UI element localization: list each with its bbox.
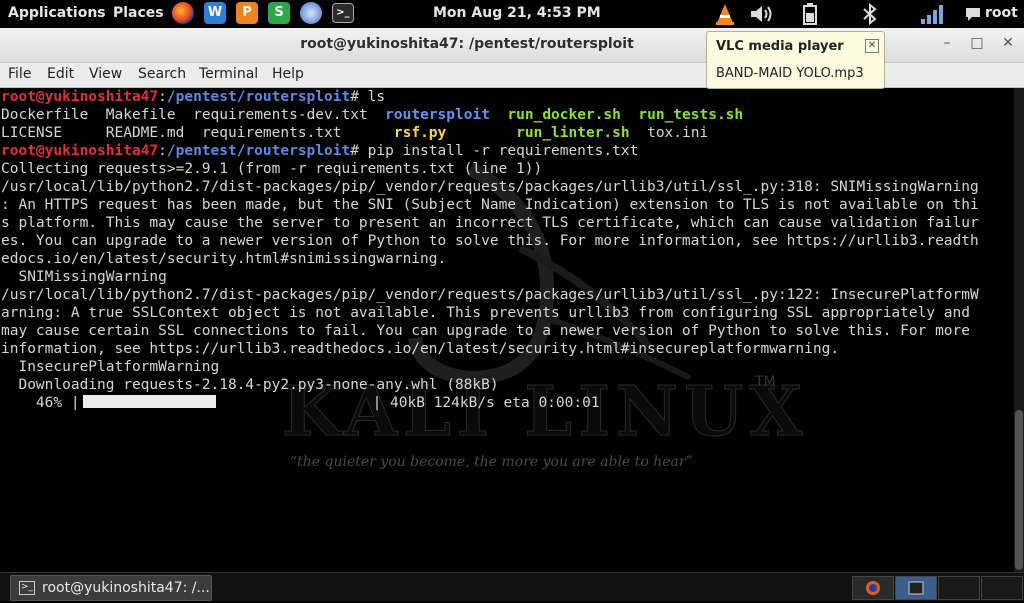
notification-close-icon[interactable]: ✕ bbox=[865, 39, 879, 53]
ls-item: requirements-dev.txt bbox=[193, 107, 368, 123]
menu-terminal[interactable]: Terminal bbox=[199, 66, 258, 82]
ls-dir-item: routersploit bbox=[385, 107, 490, 123]
output-downloading: Downloading requests-2.18.4-py2.py3-none… bbox=[1, 377, 499, 393]
scrollbar-thumb[interactable] bbox=[1015, 410, 1023, 570]
wifi-signal-icon[interactable] bbox=[920, 3, 944, 25]
ls-exec-item: run_linter.sh bbox=[516, 125, 630, 141]
menu-help[interactable]: Help bbox=[272, 66, 304, 82]
progress-percent: 46% | bbox=[1, 395, 80, 411]
prompt-path: /pentest/routersploit bbox=[166, 89, 351, 105]
prompt-user: root@yukinoshita47 bbox=[1, 89, 159, 105]
output-insecure-warning: /usr/local/lib/python2.7/dist-packages/p… bbox=[1, 287, 979, 375]
ls-item: Makefile bbox=[105, 107, 176, 123]
terminal-launcher-icon[interactable]: >_ bbox=[332, 3, 354, 23]
taskbar-task-label: root@yukinoshita47: /... bbox=[42, 580, 210, 596]
menu-search[interactable]: Search bbox=[138, 66, 186, 82]
ls-exec-item: run_docker.sh bbox=[507, 107, 621, 123]
kali-slogan: “the quieter you become, the more you ar… bbox=[290, 454, 693, 470]
applications-menu[interactable]: Applications bbox=[8, 5, 106, 21]
taskbar-terminal-button[interactable]: >_ root@yukinoshita47: /... bbox=[10, 575, 212, 601]
prompt-path: /pentest/routersploit bbox=[166, 143, 351, 159]
firefox-icon[interactable] bbox=[172, 2, 194, 24]
spreadsheet-icon[interactable]: S bbox=[268, 2, 290, 24]
terminal-output: root@yukinoshita47:/pentest/routersploit… bbox=[1, 89, 979, 411]
notification-title: VLC media player bbox=[716, 39, 844, 54]
ls-item: tox.ini bbox=[647, 125, 709, 141]
user-menu[interactable]: root bbox=[985, 5, 1018, 21]
close-icon[interactable]: ✕ bbox=[994, 30, 1022, 56]
ls-exec-item: run_tests.sh bbox=[638, 107, 744, 123]
top-panel: Applications Places W P S >_ Mon Aug 21,… bbox=[0, 0, 1024, 28]
vlc-tray-icon[interactable] bbox=[715, 3, 735, 25]
chat-icon[interactable] bbox=[965, 3, 981, 25]
bottom-panel: >_ root@yukinoshita47: /... bbox=[0, 572, 1024, 601]
ls-item: requirements.txt bbox=[201, 125, 342, 141]
ls-item: LICENSE bbox=[1, 125, 63, 141]
output-collecting: Collecting requests>=2.9.1 (from -r requ… bbox=[1, 161, 543, 177]
presentation-icon[interactable]: P bbox=[236, 2, 258, 24]
prompt-user: root@yukinoshita47 bbox=[1, 143, 159, 159]
menu-view[interactable]: View bbox=[89, 66, 122, 82]
terminal-task-icon: >_ bbox=[19, 581, 35, 595]
terminal-scrollbar[interactable] bbox=[1014, 88, 1024, 572]
workspace-4[interactable] bbox=[981, 576, 1023, 600]
battery-icon[interactable] bbox=[800, 3, 820, 25]
writer-icon[interactable]: W bbox=[204, 2, 226, 24]
terminal-area[interactable]: KALI LINUX TM “the quieter you become, t… bbox=[0, 88, 1014, 572]
ls-py-item: rsf.py bbox=[393, 125, 447, 141]
clock[interactable]: Mon Aug 21, 4:53 PM bbox=[433, 5, 601, 21]
workspace-1[interactable] bbox=[852, 576, 894, 600]
command-pip: pip install -r requirements.txt bbox=[367, 143, 639, 159]
workspace-3[interactable] bbox=[938, 576, 980, 600]
places-menu[interactable]: Places bbox=[113, 5, 164, 21]
vlc-notification[interactable]: VLC media player ✕ BAND-MAID YOLO.mp3 bbox=[706, 31, 885, 89]
bluetooth-icon[interactable] bbox=[861, 2, 879, 26]
minimize-icon[interactable]: – bbox=[933, 30, 961, 56]
progress-stats: | 40kB 124kB/s eta 0:00:01 bbox=[372, 395, 600, 411]
progress-bar bbox=[82, 395, 216, 408]
menu-edit[interactable]: Edit bbox=[47, 66, 74, 82]
network-globe-icon[interactable] bbox=[300, 2, 322, 24]
maximize-icon[interactable]: □ bbox=[963, 30, 991, 56]
ls-item: README.md bbox=[105, 125, 185, 141]
workspace-2[interactable] bbox=[895, 576, 937, 600]
menu-file[interactable]: File bbox=[8, 66, 31, 82]
notification-body: BAND-MAID YOLO.mp3 bbox=[716, 66, 864, 81]
output-sni-warning: /usr/local/lib/python2.7/dist-packages/p… bbox=[1, 179, 979, 285]
volume-icon[interactable] bbox=[749, 3, 773, 25]
ls-item: Dockerfile bbox=[1, 107, 89, 123]
command-ls: ls bbox=[367, 89, 386, 105]
